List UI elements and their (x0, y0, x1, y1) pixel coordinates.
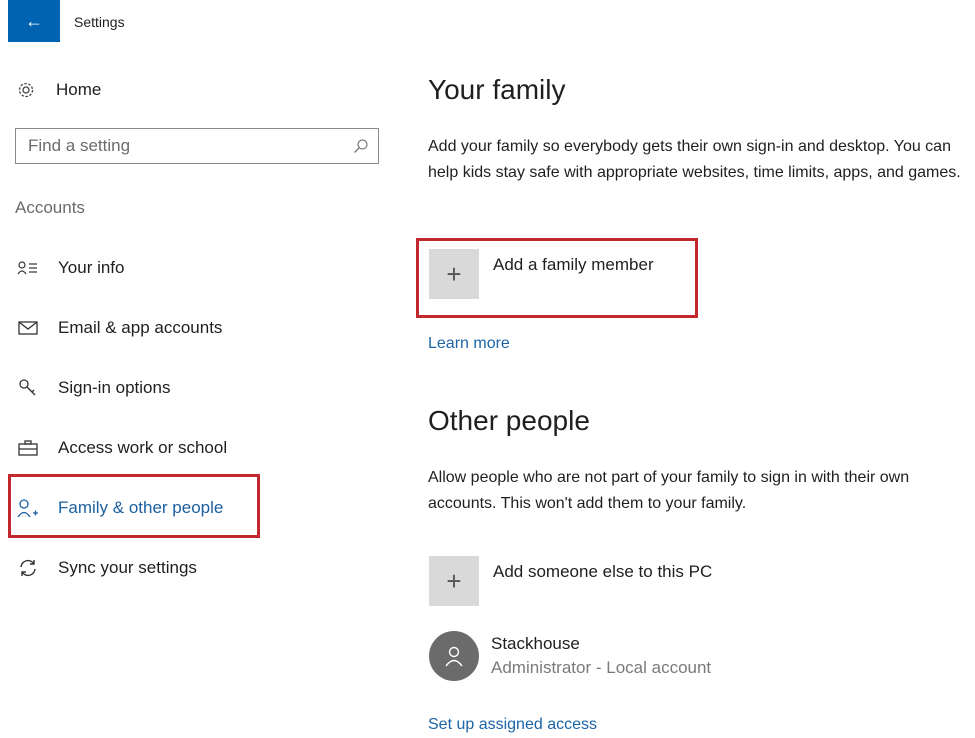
family-description: Add your family so everybody gets their … (428, 138, 961, 181)
sidebar-item-label: Your info (58, 258, 125, 277)
add-someone-else-label: Add someone else to this PC (493, 562, 713, 581)
add-family-member-button[interactable]: + Add a family member (429, 249, 654, 299)
person-icon (445, 646, 463, 667)
section-heading-accounts: Accounts (15, 198, 85, 217)
search-input[interactable] (16, 129, 344, 163)
sidebar-item-sync-settings[interactable]: Sync your settings (16, 548, 197, 588)
learn-more-link[interactable]: Learn more (428, 335, 510, 353)
user-name: Stackhouse (491, 634, 580, 653)
user-account-type: Administrator - Local account (491, 658, 712, 677)
sync-icon (16, 556, 40, 580)
search-field[interactable] (15, 128, 379, 164)
window-title: Settings (74, 14, 125, 30)
gear-icon (16, 80, 36, 100)
sidebar-item-label: Sign-in options (58, 378, 171, 397)
search-icon[interactable] (344, 138, 378, 154)
sidebar-item-family-other-people[interactable]: Family & other people (16, 488, 223, 528)
plus-icon: + (429, 249, 479, 299)
family-heading: Your family (428, 74, 566, 105)
other-people-description: Allow people who are not part of your fa… (428, 469, 910, 512)
sidebar-item-label: Family & other people (58, 498, 224, 517)
sidebar-item-label: Email & app accounts (58, 318, 223, 337)
other-people-heading: Other people (428, 405, 590, 436)
sidebar-item-your-info[interactable]: Your info (16, 248, 124, 288)
home-label: Home (56, 80, 102, 99)
sidebar-item-email-accounts[interactable]: Email & app accounts (16, 308, 222, 348)
sidebar-item-label: Sync your settings (58, 558, 197, 577)
avatar (429, 631, 479, 681)
key-icon (16, 376, 40, 400)
sidebar-item-access-work[interactable]: Access work or school (16, 428, 227, 468)
person-card-icon (16, 256, 40, 280)
set-up-assigned-access-link[interactable]: Set up assigned access (428, 716, 597, 734)
sidebar-item-sign-in-options[interactable]: Sign-in options (16, 368, 170, 408)
briefcase-icon (16, 436, 40, 460)
mail-icon (16, 316, 40, 340)
plus-icon: + (429, 556, 479, 606)
back-button[interactable]: ← (8, 0, 60, 42)
sidebar-item-label: Access work or school (58, 438, 228, 457)
person-add-icon (16, 496, 40, 520)
add-someone-else-button[interactable]: + Add someone else to this PC (429, 556, 712, 606)
add-family-member-label: Add a family member (493, 255, 654, 274)
back-arrow-icon: ← (25, 10, 43, 31)
sidebar-home[interactable]: Home (16, 76, 101, 104)
user-account-item[interactable]: Stackhouse Administrator - Local account (429, 631, 711, 681)
